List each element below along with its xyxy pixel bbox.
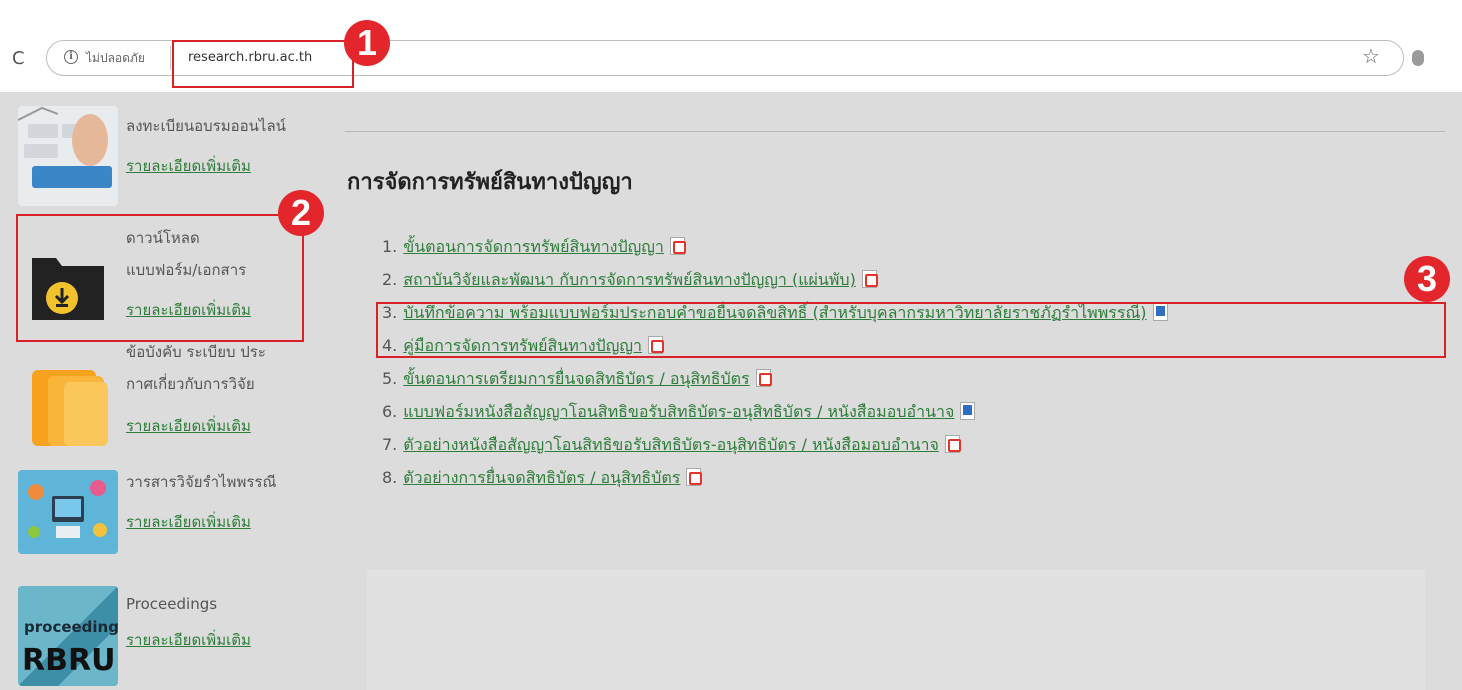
folders-icon [18, 356, 118, 456]
main-content: การจัดการทรัพย์สินทางปัญญา 1. ขั้นตอนการจ… [345, 92, 1462, 690]
lower-panel [367, 570, 1425, 690]
list-item-number: 2. [382, 270, 398, 289]
page-title: การจัดการทรัพย์สินทางปัญญา [347, 170, 633, 195]
bookmark-star-icon[interactable]: ☆ [1362, 44, 1380, 68]
sidebar-item-more-link[interactable]: รายละเอียดเพิ่มเติม [126, 510, 251, 534]
document-link[interactable]: ตัวอย่างการยื่นจดสิทธิบัตร / อนุสิทธิบัต… [403, 468, 680, 487]
pdf-file-icon[interactable] [686, 468, 703, 486]
sidebar-item-proceedings: proceedings RBRU Proceedings รายละเอียดเ… [0, 574, 345, 690]
list-item: 1. ขั้นตอนการจัดการทรัพย์สินทางปัญญา [382, 235, 1168, 268]
list-item-number: 8. [382, 468, 398, 487]
highlight-url-box [172, 40, 354, 88]
reload-icon[interactable]: C [12, 48, 25, 69]
callout-badge-3: 3 [1404, 256, 1450, 302]
list-item: 5. ขั้นตอนการเตรียมการยื่นจดสิทธิบัตร / อ… [382, 367, 1168, 400]
document-link[interactable]: สถาบันวิจัยและพัฒนา กับการจัดการทรัพย์สิ… [403, 270, 856, 289]
sidebar-item-regulations: ข้อบังคับ ระเบียบ ประ กาศเกี่ยวกับการวิจ… [0, 340, 345, 456]
sidebar-item-more-link[interactable]: รายละเอียดเพิ่มเติม [126, 154, 251, 178]
pdf-file-icon[interactable] [755, 369, 772, 387]
list-item-number: 5. [382, 369, 398, 388]
callout-badge-1: 1 [344, 20, 390, 66]
journal-icon [18, 470, 118, 554]
sidebar-item-title: ลงทะเบียนอบรมออนไลน์ [126, 117, 286, 135]
pdf-file-icon[interactable] [669, 237, 686, 255]
svg-text:RBRU: RBRU [22, 643, 115, 678]
callout-badge-2: 2 [278, 190, 324, 236]
list-item: 6. แบบฟอร์มหนังสือสัญญาโอนสิทธิขอรับสิทธิ… [382, 400, 1168, 433]
document-link[interactable]: ขั้นตอนการจัดการทรัพย์สินทางปัญญา [403, 237, 664, 256]
highlight-download-box [16, 214, 304, 342]
sidebar-item-more-link[interactable]: รายละเอียดเพิ่มเติม [126, 414, 251, 438]
extension-icon[interactable] [1412, 50, 1424, 66]
sidebar-item-title-line-2: กาศเกี่ยวกับการวิจัย [126, 375, 255, 393]
divider [345, 131, 1445, 132]
pdf-file-icon[interactable] [944, 435, 961, 453]
svg-text:proceedings: proceedings [24, 618, 118, 636]
keyboard-register-icon [18, 106, 118, 206]
list-item-number: 6. [382, 402, 398, 421]
document-link[interactable]: แบบฟอร์มหนังสือสัญญาโอนสิทธิขอรับสิทธิบั… [403, 402, 954, 421]
list-item: 7. ตัวอย่างหนังสือสัญญาโอนสิทธิขอรับสิทธิ… [382, 433, 1168, 466]
sidebar-item-title: วารสารวิจัยรำไพพรรณี [126, 473, 277, 491]
insecure-label: ไม่ปลอดภัย [86, 51, 145, 65]
list-item: 2. สถาบันวิจัยและพัฒนา กับการจัดการทรัพย์… [382, 268, 1168, 301]
document-link[interactable]: ตัวอย่างหนังสือสัญญาโอนสิทธิขอรับสิทธิบั… [403, 435, 939, 454]
omnibox-divider [170, 46, 171, 70]
list-item-number: 7. [382, 435, 398, 454]
sidebar-item-journal: วารสารวิจัยรำไพพรรณี รายละเอียดเพิ่มเติม [0, 458, 345, 564]
pdf-file-icon[interactable] [861, 270, 878, 288]
sidebar-item-more-link[interactable]: รายละเอียดเพิ่มเติม [126, 628, 251, 652]
proceedings-logo: proceedings RBRU [18, 586, 118, 686]
doc-file-icon[interactable] [960, 402, 976, 420]
sidebar: ลงทะเบียนอบรมออนไลน์ รายละเอียดเพิ่มเติม… [0, 92, 345, 690]
highlight-document-box [376, 302, 1446, 358]
sidebar-item-title: Proceedings [126, 595, 218, 613]
sidebar-item-title-line-1: ข้อบังคับ ระเบียบ ประ [126, 343, 266, 361]
list-item-number: 1. [382, 237, 398, 256]
list-item: 8. ตัวอย่างการยื่นจดสิทธิบัตร / อนุสิทธิบ… [382, 466, 1168, 499]
document-list: 1. ขั้นตอนการจัดการทรัพย์สินทางปัญญา 2. สถ… [382, 235, 1168, 499]
document-link[interactable]: ขั้นตอนการเตรียมการยื่นจดสิทธิบัตร / อนุ… [403, 369, 749, 388]
info-icon[interactable]: i [64, 50, 78, 64]
